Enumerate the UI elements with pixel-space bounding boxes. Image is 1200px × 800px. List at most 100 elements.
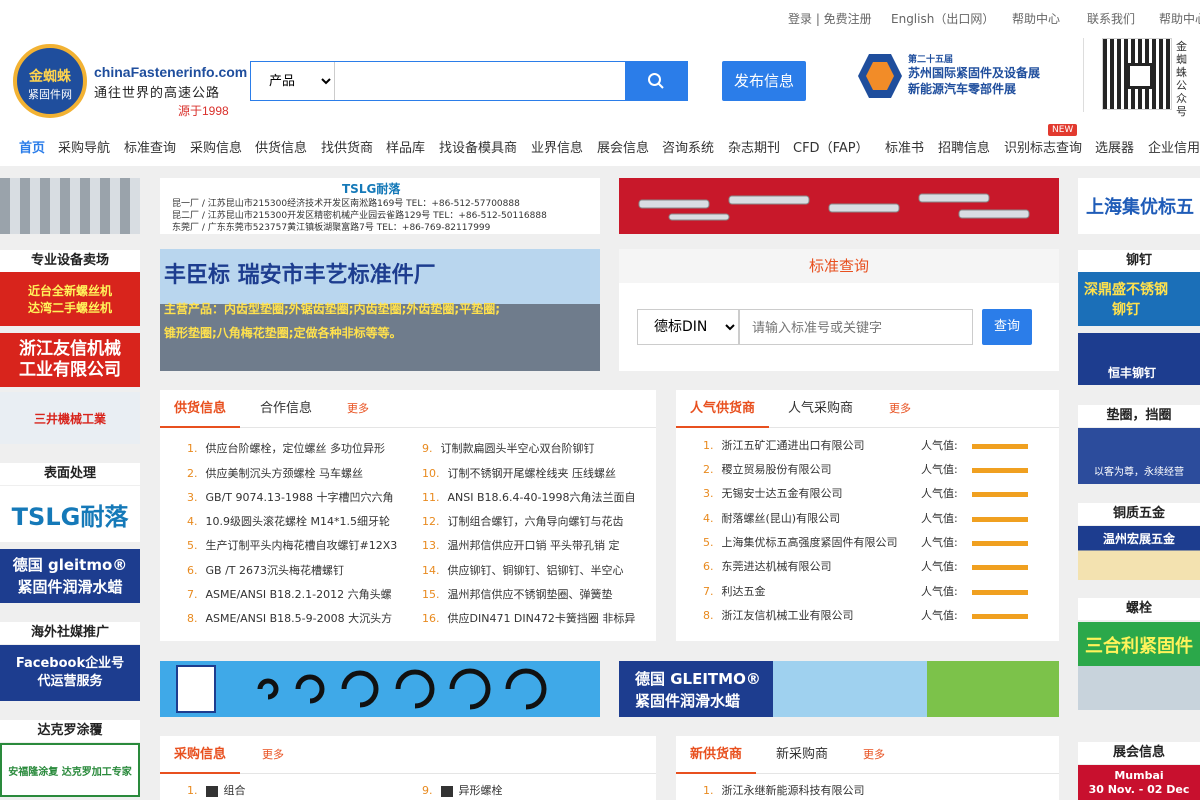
search-box: 产品	[250, 61, 688, 101]
banner-gleitmo[interactable]: 德国 GLEITMO® 紧固件润滑水蜡	[619, 661, 1059, 717]
search-input[interactable]	[335, 62, 626, 100]
logo-cn-name: 金蜘蛛	[29, 69, 71, 85]
nav-item-find-supplier[interactable]: 找供货商	[321, 137, 373, 156]
supply-list-item[interactable]: 4. 10.9级圆头滚花螺栓 M14*1.5细牙轮	[187, 513, 415, 529]
tab-purchase-info[interactable]: 采购信息	[160, 736, 241, 774]
nav-item-standard-books[interactable]: 标准书	[885, 137, 924, 156]
nav-item-home[interactable]: 首页	[19, 137, 45, 156]
search-button[interactable]	[625, 62, 687, 100]
left-ad-facebook[interactable]: Facebook企业号 代运营服务	[0, 645, 140, 701]
nav-item-credit[interactable]: 企业信用	[1148, 137, 1200, 156]
left-ad-bolts-image[interactable]	[0, 178, 140, 234]
popular-supplier-item[interactable]: 4. 耐落螺丝(昆山)有限公司	[703, 510, 903, 526]
left-ad-mitsui[interactable]: 三井機械工業	[0, 392, 140, 444]
tab-cooperation-info[interactable]: 合作信息	[246, 390, 326, 428]
supply-list-item[interactable]: 15. 温州邦信供应不锈钢垫圈、弹簧垫	[422, 586, 650, 602]
publish-info-button[interactable]: 发布信息	[722, 61, 806, 101]
left-ad-tslg[interactable]: TSLG耐落	[0, 486, 140, 542]
right-ad-hengfeng[interactable]: 恒丰铆钉	[1078, 333, 1200, 385]
tab-new-buyers[interactable]: 新采购商	[762, 736, 842, 774]
right-ad-shanghai[interactable]: 上海集优标五	[1078, 178, 1200, 234]
nav-item-cfd[interactable]: CFD（FAP）	[793, 137, 869, 156]
supply-list-item[interactable]: 13. 温州邦信供应开口销 平头带孔销 定	[422, 537, 650, 553]
right-cat-washer: 垫圈，挡圈	[1106, 408, 1172, 423]
nav-item-jobs[interactable]: 招聘信息	[938, 137, 990, 156]
login-register-link[interactable]: 登录 | 免费注册	[788, 10, 872, 27]
popular-supplier-item[interactable]: 8. 浙江友信机械工业有限公司	[703, 607, 903, 623]
standard-query-title: 标准查询	[619, 249, 1059, 283]
right-cat-expo: 展会信息	[1112, 745, 1165, 760]
standard-query-button[interactable]: 查询	[982, 309, 1032, 345]
left-ad-anfulong[interactable]: 安福隆涂复 达克罗加工专家	[0, 743, 140, 797]
nav-item-standard-query[interactable]: 标准查询	[124, 137, 176, 156]
expo-banner[interactable]: 第二十五届 苏州国际紧固件及设备展 新能源汽车零部件展	[858, 50, 1058, 106]
nav-item-purchase-info[interactable]: 采购信息	[190, 137, 242, 156]
popular-supplier-item[interactable]: 2. 稷立贸易股份有限公司	[703, 461, 903, 477]
left-ad-gleitmo[interactable]: 德国 gleitmo® 紧固件润滑水蜡	[0, 549, 140, 603]
banner-retaining-rings[interactable]: 挡圈	[160, 661, 600, 717]
popular-more-link[interactable]: 更多	[889, 390, 911, 428]
supply-list-item[interactable]: 8. ASME/ANSI B18.5-9-2008 大沉头方	[187, 610, 415, 626]
banner-rivets-image[interactable]	[619, 178, 1059, 234]
list-item[interactable]: 1. 组合	[187, 782, 246, 798]
tab-popular-buyers[interactable]: 人气采购商	[774, 390, 867, 428]
standard-query-input[interactable]	[739, 309, 973, 345]
list-item[interactable]: 9. 异形螺栓	[422, 782, 503, 798]
new-more-link[interactable]: 更多	[863, 736, 885, 774]
right-ad-hongzhan[interactable]: 温州宏展五金	[1078, 526, 1200, 580]
nav-item-journals[interactable]: 杂志期刊	[728, 137, 780, 156]
supply-list-item[interactable]: 5. 生产订制平头内梅花槽自攻螺钉#12X3	[187, 537, 415, 553]
supply-list-item[interactable]: 9. 订制款扁圆头半空心双台阶铆钉	[422, 440, 650, 456]
left-ad-youxin[interactable]: 浙江友信机械 工业有限公司	[0, 333, 140, 387]
banner-tslg[interactable]: TSLG耐落 昆一厂 / 江苏昆山市215300经济技术开发区南淞路169号 T…	[160, 178, 600, 234]
left-ad-screw-machine[interactable]: 近台全新螺丝机 达湾二手螺丝机	[0, 272, 140, 326]
supply-list-item[interactable]: 7. ASME/ANSI B18.2.1-2012 六角头螺	[187, 586, 415, 602]
supply-list-item[interactable]: 11. ANSI B18.6.4-40-1998六角法兰面自	[422, 489, 650, 505]
right-cat-copper: 铜质五金	[1112, 506, 1165, 521]
tab-new-suppliers[interactable]: 新供货商	[676, 736, 757, 774]
nav-item-purchase-guide[interactable]: 采购导航	[58, 137, 110, 156]
purchase-more-link[interactable]: 更多	[262, 736, 284, 774]
help-center-link-2[interactable]: 帮助中心	[1159, 10, 1200, 27]
standard-type-select[interactable]: 德标DIN	[637, 309, 739, 345]
popular-supplier-item[interactable]: 6. 东莞进达机械有限公司	[703, 558, 903, 574]
supply-list-item[interactable]: 3. GB/T 9074.13-1988 十字槽凹穴六角	[187, 489, 415, 505]
nav-item-consulting[interactable]: 咨询系统	[662, 137, 714, 156]
nav-item-industry[interactable]: 业界信息	[531, 137, 583, 156]
nav-item-equipment[interactable]: 找设备模具商	[439, 137, 517, 156]
supply-more-link[interactable]: 更多	[347, 390, 369, 428]
popular-supplier-item[interactable]: 5. 上海集优标五高强度紧固件有限公司	[703, 534, 903, 550]
list-item[interactable]: 1. 浙江永继新能源科技有限公司	[703, 782, 865, 798]
banner-fengyi-title: 丰臣标 瑞安市丰艺标准件厂	[164, 263, 436, 288]
popular-supplier-item[interactable]: 1. 浙江五矿汇通进出口有限公司	[703, 437, 903, 453]
nav-item-marking[interactable]: 识别标志查询	[1004, 137, 1082, 156]
left-cat-surface: 表面处理	[43, 466, 96, 481]
qr-label: 金蜘蛛公众号	[1176, 40, 1187, 118]
right-ad-dingsheng[interactable]: 深鼎盛不锈钢 铆钉	[1078, 272, 1200, 326]
supply-list-item[interactable]: 12. 订制组合螺钉，六角导向螺钉与花齿	[422, 513, 650, 529]
nav-item-expo-selector[interactable]: 选展器	[1095, 137, 1134, 156]
popular-supplier-item[interactable]: 3. 无锡安士达五金有限公司	[703, 485, 903, 501]
supply-list-item[interactable]: 6. GB /T 2673沉头梅花槽螺钉	[187, 562, 415, 578]
popular-supplier-item[interactable]: 7. 利达五金	[703, 583, 903, 599]
nav-item-exhibitions[interactable]: 展会信息	[597, 137, 649, 156]
supply-list-item[interactable]: 14. 供应铆钉、铜铆钉、铝铆钉、半空心	[422, 562, 650, 578]
right-ad-mumbai[interactable]: Mumbai 30 Nov. - 02 Dec	[1078, 765, 1200, 800]
search-category-select[interactable]: 产品	[251, 62, 335, 100]
help-center-link[interactable]: 帮助中心	[1012, 10, 1060, 27]
right-ad-washer[interactable]: 以客为尊，永续经营	[1078, 428, 1200, 484]
tab-popular-suppliers[interactable]: 人气供货商	[676, 390, 770, 428]
supply-list-item[interactable]: 2. 供应美制沉头方颈螺栓 马车螺丝	[187, 465, 415, 481]
nav-item-supply-info[interactable]: 供货信息	[255, 137, 307, 156]
tab-supply-info[interactable]: 供货信息	[160, 390, 241, 428]
banner-fengyi[interactable]: 丰臣标 瑞安市丰艺标准件厂 主营产品：内齿型垫圈;外锯齿垫圈;内齿垫圈;外齿垫圈…	[160, 249, 600, 371]
english-site-link[interactable]: English（出口网）	[891, 10, 994, 27]
right-ad-sanheli[interactable]: 三合利紧固件	[1078, 622, 1200, 710]
contact-us-link[interactable]: 联系我们	[1087, 10, 1135, 27]
supply-list-item[interactable]: 10. 订制不锈钢开尾螺栓线夹 压线螺丝	[422, 465, 650, 481]
nav-item-samples[interactable]: 样品库	[386, 137, 425, 156]
site-logo[interactable]: 金蜘蛛 紧固件网	[13, 44, 87, 118]
supply-list-item[interactable]: 16. 供应DIN471 DIN472卡簧挡圈 非标异	[422, 610, 650, 626]
supply-list-item[interactable]: 1. 供应台阶螺栓，定位螺丝 多功位异形	[187, 440, 415, 456]
expo-title: 苏州国际紧固件及设备展	[908, 66, 1041, 80]
